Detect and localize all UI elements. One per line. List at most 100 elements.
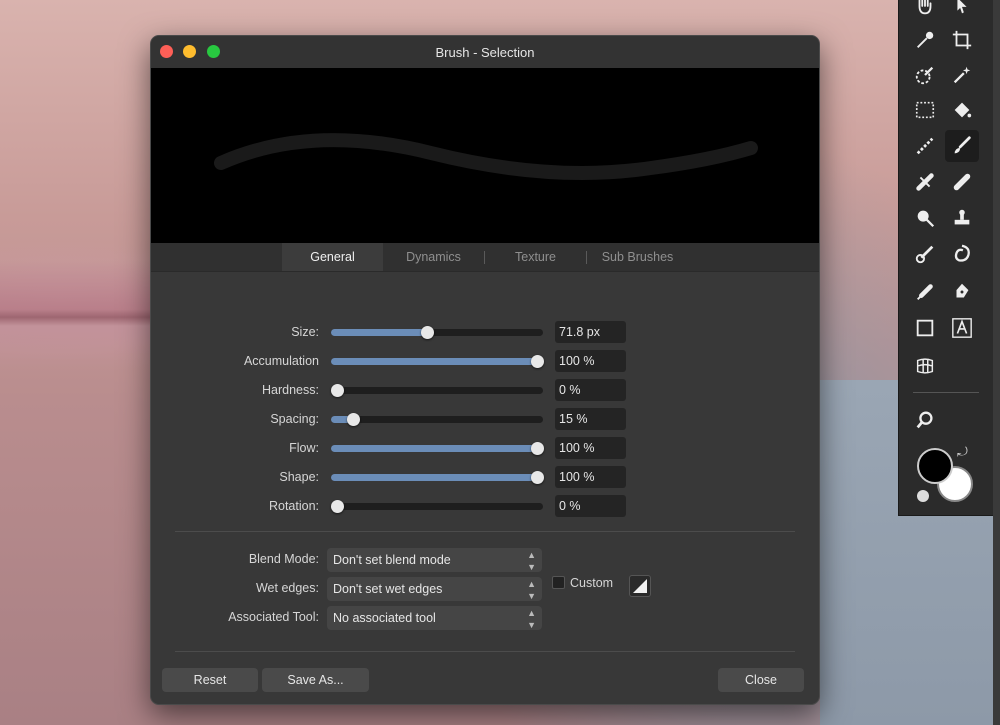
size-row: Size: 71.8 px (151, 321, 819, 345)
associated-tool-select[interactable]: No associated tool ▲ ▼ (327, 606, 542, 630)
patch-icon[interactable] (945, 166, 979, 198)
close-button[interactable]: Close (718, 668, 804, 692)
rotation-value[interactable]: 0 % (555, 495, 626, 517)
tools-panel: ⤾ (898, 0, 994, 516)
slider-fill (331, 445, 537, 452)
custom-checkbox[interactable] (552, 576, 565, 589)
primary-color-swatch[interactable] (917, 448, 953, 484)
accumulation-value[interactable]: 100 % (555, 350, 626, 372)
color-picker-icon[interactable] (908, 24, 942, 56)
wet-edges-select[interactable]: Don't set wet edges ▲ ▼ (327, 577, 542, 601)
blend-mode-label: Blend Mode: (248, 552, 319, 566)
mesh-warp-icon[interactable] (908, 350, 942, 382)
custom-label: Custom (570, 576, 614, 590)
slider-fill (331, 358, 537, 365)
size-value[interactable]: 71.8 px (555, 321, 626, 343)
hardness-label: Hardness: (262, 383, 319, 397)
minimize-window-button[interactable] (183, 45, 196, 58)
associated-tool-value: No associated tool (333, 611, 436, 625)
background-lips (0, 260, 150, 370)
wet-edges-label: Wet edges: (255, 581, 319, 595)
updown-chevron-icon: ▲ ▼ (527, 550, 536, 572)
updown-chevron-icon: ▲ ▼ (527, 608, 536, 630)
paint-brush-icon[interactable] (945, 130, 979, 162)
magic-wand-icon[interactable] (945, 59, 979, 91)
associated-tool-row: Associated Tool: No associated tool ▲ ▼ (151, 606, 819, 630)
rotation-slider[interactable] (331, 500, 543, 513)
hardness-value[interactable]: 0 % (555, 379, 626, 401)
crop-icon[interactable] (945, 24, 979, 56)
dodge-icon[interactable] (908, 202, 942, 234)
clone-stamp-icon[interactable] (945, 202, 979, 234)
blend-mode-value: Don't set blend mode (333, 553, 451, 567)
shape-slider[interactable] (331, 471, 544, 484)
brush-dialog: Brush - Selection General Dynamics Textu… (150, 35, 820, 705)
hardness-row: Hardness: 0 % (151, 379, 819, 403)
size-slider[interactable] (331, 326, 543, 339)
maximize-window-button[interactable] (207, 45, 220, 58)
zoom-icon[interactable] (908, 404, 942, 436)
slider-knob[interactable] (331, 384, 344, 397)
tab-sub-brushes[interactable]: Sub Brushes (587, 243, 688, 271)
section-divider (175, 531, 795, 532)
right-panel-edge (993, 0, 1000, 725)
marquee-icon[interactable] (908, 94, 942, 126)
smudge-icon[interactable] (908, 238, 942, 270)
accumulation-slider[interactable] (331, 355, 544, 368)
rotation-label: Rotation: (268, 499, 319, 513)
shape-label: Shape: (279, 470, 319, 484)
brush-preview (151, 68, 819, 243)
slider-knob[interactable] (347, 413, 360, 426)
move-icon[interactable] (945, 0, 979, 22)
spacing-slider[interactable] (331, 413, 543, 426)
flow-label: Flow: (289, 441, 319, 455)
dialog-titlebar: Brush - Selection (151, 36, 819, 68)
swap-colors-icon[interactable]: ⤾ (957, 444, 968, 460)
pen-icon[interactable] (945, 276, 979, 308)
flow-row: Flow: 100 % (151, 437, 819, 461)
selection-brush-icon[interactable] (908, 59, 942, 91)
section-divider (175, 651, 795, 652)
slider-knob[interactable] (531, 471, 544, 484)
flow-slider[interactable] (331, 442, 544, 455)
slider-knob[interactable] (531, 442, 544, 455)
accumulation-row: Accumulation 100 % (151, 350, 819, 374)
gradient-icon[interactable] (908, 130, 942, 162)
close-window-button[interactable] (160, 45, 173, 58)
healing-icon[interactable] (908, 166, 942, 198)
liquify-icon[interactable] (945, 238, 979, 270)
tab-bar: General Dynamics Texture Sub Brushes (151, 243, 819, 272)
blend-mode-select[interactable]: Don't set blend mode ▲ ▼ (327, 548, 542, 572)
reset-button[interactable]: Reset (162, 668, 258, 692)
spacing-value[interactable]: 15 % (555, 408, 626, 430)
shape-value[interactable]: 100 % (555, 466, 626, 488)
tab-dynamics[interactable]: Dynamics (383, 243, 484, 271)
spacing-row: Spacing: 15 % (151, 408, 819, 432)
tab-texture[interactable]: Texture (485, 243, 586, 271)
tools-divider (913, 392, 979, 393)
size-label: Size: (291, 325, 319, 339)
wet-edges-row: Wet edges: Don't set wet edges ▲ ▼ (151, 577, 819, 601)
rectangle-icon[interactable] (908, 312, 942, 344)
associated-tool-label: Associated Tool: (228, 610, 319, 624)
no-color-icon[interactable] (917, 490, 929, 502)
text-icon[interactable] (945, 312, 979, 344)
flow-value[interactable]: 100 % (555, 437, 626, 459)
dialog-title: Brush - Selection (435, 44, 535, 60)
hardness-slider[interactable] (331, 384, 543, 397)
slider-knob[interactable] (531, 355, 544, 368)
rotation-row: Rotation: 0 % (151, 495, 819, 519)
erase-brush-icon[interactable] (908, 276, 942, 308)
spacing-label: Spacing: (270, 412, 319, 426)
hand-icon[interactable] (908, 0, 942, 22)
flood-fill-icon[interactable] (945, 94, 979, 126)
accumulation-label: Accumulation (243, 354, 319, 368)
wet-edges-value: Don't set wet edges (333, 582, 443, 596)
slider-knob[interactable] (421, 326, 434, 339)
slider-knob[interactable] (331, 500, 344, 513)
save-as-button[interactable]: Save As... (262, 668, 369, 692)
slider-fill (331, 474, 537, 481)
updown-chevron-icon: ▲ ▼ (527, 579, 536, 601)
wet-edges-curve-icon[interactable] (629, 575, 651, 597)
tab-general[interactable]: General (282, 243, 383, 271)
